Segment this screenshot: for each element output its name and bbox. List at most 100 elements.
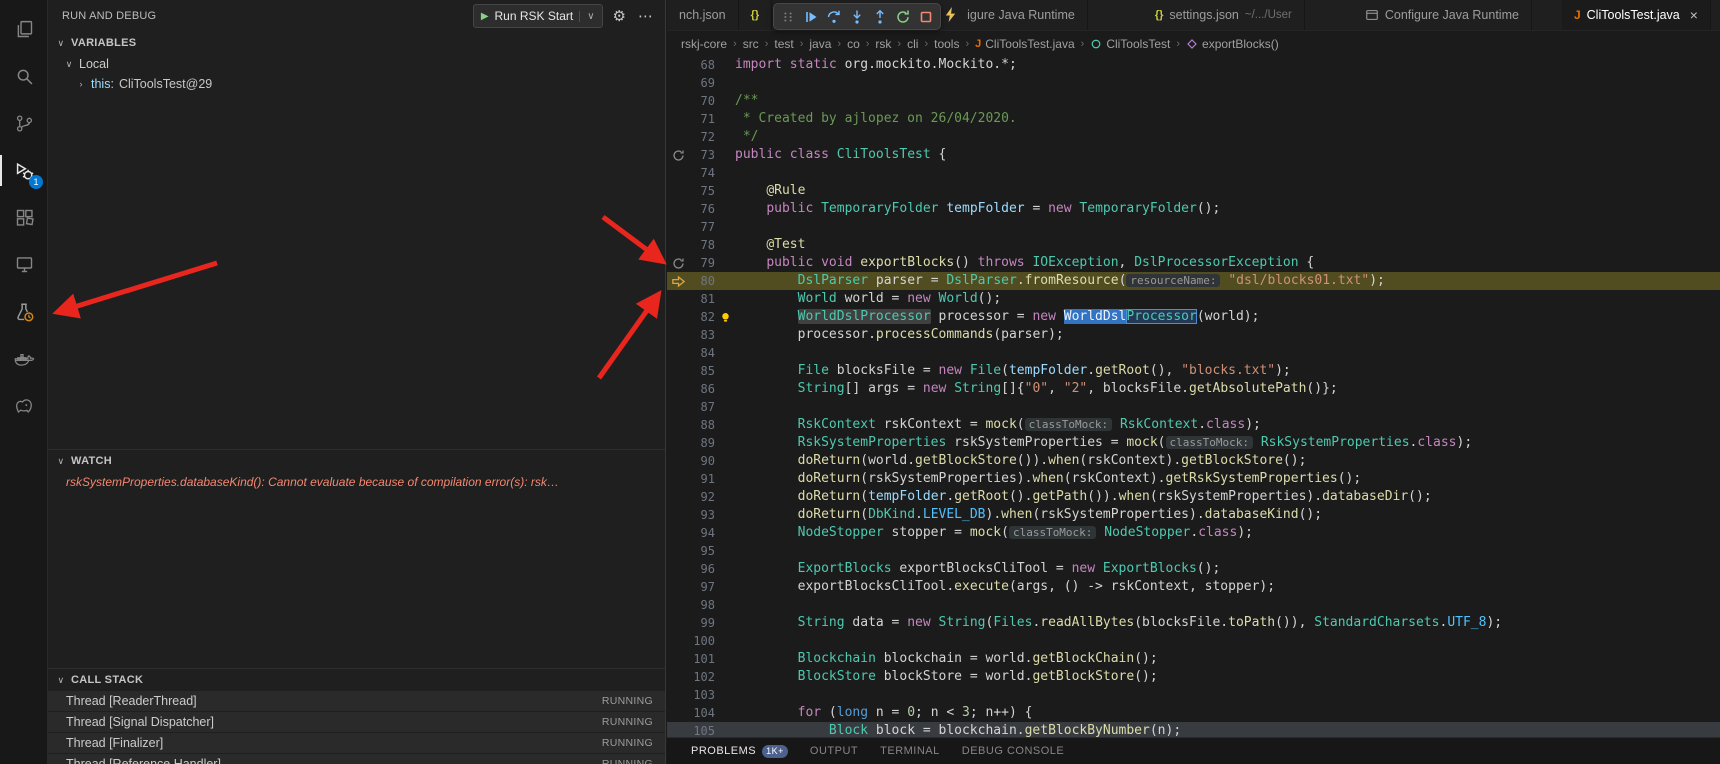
panel-tab-output[interactable]: OUTPUT — [810, 738, 858, 764]
breakpoint-margin[interactable] — [667, 308, 689, 326]
code-text[interactable]: NodeStopper stopper = mock(classToMock: … — [735, 524, 1720, 542]
thread-row[interactable]: Thread [Signal Dispatcher]RUNNING — [48, 712, 665, 732]
code-line-93[interactable]: 93 doReturn(DbKind.LEVEL_DB).when(rskSys… — [667, 506, 1720, 524]
breakpoint-margin[interactable] — [667, 650, 689, 668]
breakpoint-margin[interactable] — [667, 506, 689, 524]
code-line-95[interactable]: 95 — [667, 542, 1720, 560]
run-config-dropdown[interactable]: ▶ Run RSK Start ∨ — [473, 4, 603, 28]
activity-gradle-icon[interactable] — [0, 382, 48, 429]
code-line-72[interactable]: 72 */ — [667, 128, 1720, 146]
code-line-89[interactable]: 89 RskSystemProperties rskSystemProperti… — [667, 434, 1720, 452]
breadcrumb-src[interactable]: src — [743, 37, 759, 51]
panel-tab-terminal[interactable]: TERMINAL — [880, 738, 940, 764]
code-line-99[interactable]: 99 String data = new String(Files.readAl… — [667, 614, 1720, 632]
breakpoint-margin[interactable] — [667, 164, 689, 182]
step-into-icon[interactable] — [847, 7, 867, 27]
code-text[interactable]: * Created by ajlopez on 26/04/2020. — [735, 110, 1720, 128]
code-text[interactable] — [735, 596, 1720, 614]
panel-tab-debug-console[interactable]: DEBUG CONSOLE — [962, 738, 1064, 764]
breakpoint-margin[interactable] — [667, 524, 689, 542]
code-text[interactable]: public TemporaryFolder tempFolder = new … — [735, 200, 1720, 218]
code-line-87[interactable]: 87 — [667, 398, 1720, 416]
breakpoint-margin[interactable] — [667, 596, 689, 614]
code-text[interactable] — [735, 164, 1720, 182]
lightbulb-icon[interactable] — [719, 311, 732, 324]
code-line-103[interactable]: 103 — [667, 686, 1720, 704]
step-over-icon[interactable] — [824, 7, 844, 27]
code-text[interactable]: processor.processCommands(parser); — [735, 326, 1720, 344]
more-actions-icon[interactable]: ⋯ — [636, 7, 655, 25]
breakpoint-margin[interactable] — [667, 398, 689, 416]
activity-run-debug-icon[interactable]: 1 — [0, 147, 48, 194]
breadcrumb-rsk[interactable]: rsk — [875, 37, 891, 51]
code-line-76[interactable]: 76 public TemporaryFolder tempFolder = n… — [667, 200, 1720, 218]
breakpoint-margin[interactable] — [667, 236, 689, 254]
breakpoint-margin[interactable] — [667, 110, 689, 128]
breakpoint-margin[interactable] — [667, 452, 689, 470]
restart-icon[interactable] — [893, 7, 913, 27]
code-line-71[interactable]: 71 * Created by ajlopez on 26/04/2020. — [667, 110, 1720, 128]
code-text[interactable] — [735, 686, 1720, 704]
activity-remote-explorer-icon[interactable] — [0, 241, 48, 288]
breakpoint-margin[interactable] — [667, 470, 689, 488]
code-text[interactable] — [735, 542, 1720, 560]
code-line-73[interactable]: 73public class CliToolsTest { — [667, 146, 1720, 164]
breakpoint-margin[interactable] — [667, 578, 689, 596]
code-line-88[interactable]: 88 RskContext rskContext = mock(classToM… — [667, 416, 1720, 434]
code-text[interactable]: World world = new World(); — [735, 290, 1720, 308]
code-text[interactable]: exportBlocksCliTool.execute(args, () -> … — [735, 578, 1720, 596]
code-text[interactable]: @Test — [735, 236, 1720, 254]
breakpoint-margin[interactable] — [667, 326, 689, 344]
breakpoint-margin[interactable] — [667, 380, 689, 398]
code-line-75[interactable]: 75 @Rule — [667, 182, 1720, 200]
code-text[interactable] — [735, 632, 1720, 650]
code-text[interactable]: for (long n = 0; n < 3; n++) { — [735, 704, 1720, 722]
call-stack-section-header[interactable]: ∨ CALL STACK — [48, 669, 665, 691]
variables-section-header[interactable]: ∨ VARIABLES — [48, 32, 665, 54]
thread-row[interactable]: Thread [Reference Handler]RUNNING — [48, 754, 665, 764]
code-line-102[interactable]: 102 BlockStore blockStore = world.getBlo… — [667, 668, 1720, 686]
code-line-69[interactable]: 69 — [667, 74, 1720, 92]
thread-row[interactable]: Thread [ReaderThread]RUNNING — [48, 691, 665, 711]
continue-icon[interactable] — [801, 7, 821, 27]
panel-tab-problems[interactable]: PROBLEMS1K+ — [691, 738, 788, 764]
code-line-92[interactable]: 92 doReturn(tempFolder.getRoot().getPath… — [667, 488, 1720, 506]
breadcrumb-tools[interactable]: tools — [934, 37, 959, 51]
code-text[interactable] — [735, 218, 1720, 236]
breakpoint-margin[interactable] — [667, 560, 689, 578]
code-text[interactable]: String data = new String(Files.readAllBy… — [735, 614, 1720, 632]
code-text[interactable] — [735, 74, 1720, 92]
tab-blank[interactable]: {} — [739, 0, 773, 30]
code-text[interactable]: doReturn(DbKind.LEVEL_DB).when(rskSystem… — [735, 506, 1720, 524]
code-text[interactable] — [735, 344, 1720, 362]
code-text[interactable]: RskContext rskContext = mock(classToMock… — [735, 416, 1720, 434]
breadcrumb-java[interactable]: java — [809, 37, 831, 51]
breadcrumb-test[interactable]: test — [774, 37, 793, 51]
activity-search-icon[interactable] — [0, 53, 48, 100]
code-text[interactable]: public void exportBlocks() throws IOExce… — [735, 254, 1720, 272]
breakpoint-margin[interactable] — [667, 74, 689, 92]
watch-expression-error[interactable]: rskSystemProperties.databaseKind(): Cann… — [48, 472, 665, 489]
code-line-104[interactable]: 104 for (long n = 0; n < 3; n++) { — [667, 704, 1720, 722]
breakpoint-margin[interactable] — [667, 92, 689, 110]
breakpoint-margin[interactable] — [667, 362, 689, 380]
breakpoint-margin[interactable] — [667, 614, 689, 632]
breakpoint-margin[interactable] — [667, 704, 689, 722]
code-line-100[interactable]: 100 — [667, 632, 1720, 650]
code-text[interactable]: @Rule — [735, 182, 1720, 200]
breakpoint-margin[interactable] — [667, 200, 689, 218]
code-editor[interactable]: 68import static org.mockito.Mockito.*;69… — [667, 56, 1720, 764]
code-line-97[interactable]: 97 exportBlocksCliTool.execute(args, () … — [667, 578, 1720, 596]
code-line-83[interactable]: 83 processor.processCommands(parser); — [667, 326, 1720, 344]
breakpoint-margin[interactable] — [667, 146, 689, 164]
code-text[interactable]: String[] args = new String[]{"0", "2", b… — [735, 380, 1720, 398]
code-line-78[interactable]: 78 @Test — [667, 236, 1720, 254]
activity-extensions-icon[interactable] — [0, 194, 48, 241]
breakpoint-margin[interactable] — [667, 488, 689, 506]
code-line-68[interactable]: 68import static org.mockito.Mockito.*; — [667, 56, 1720, 74]
code-text[interactable]: WorldDslProcessor processor = new WorldD… — [735, 308, 1720, 326]
breadcrumb-co[interactable]: co — [847, 37, 860, 51]
activity-testing-icon[interactable] — [0, 288, 48, 335]
tab-nch-json[interactable]: nch.json — [667, 0, 739, 30]
code-line-74[interactable]: 74 — [667, 164, 1720, 182]
